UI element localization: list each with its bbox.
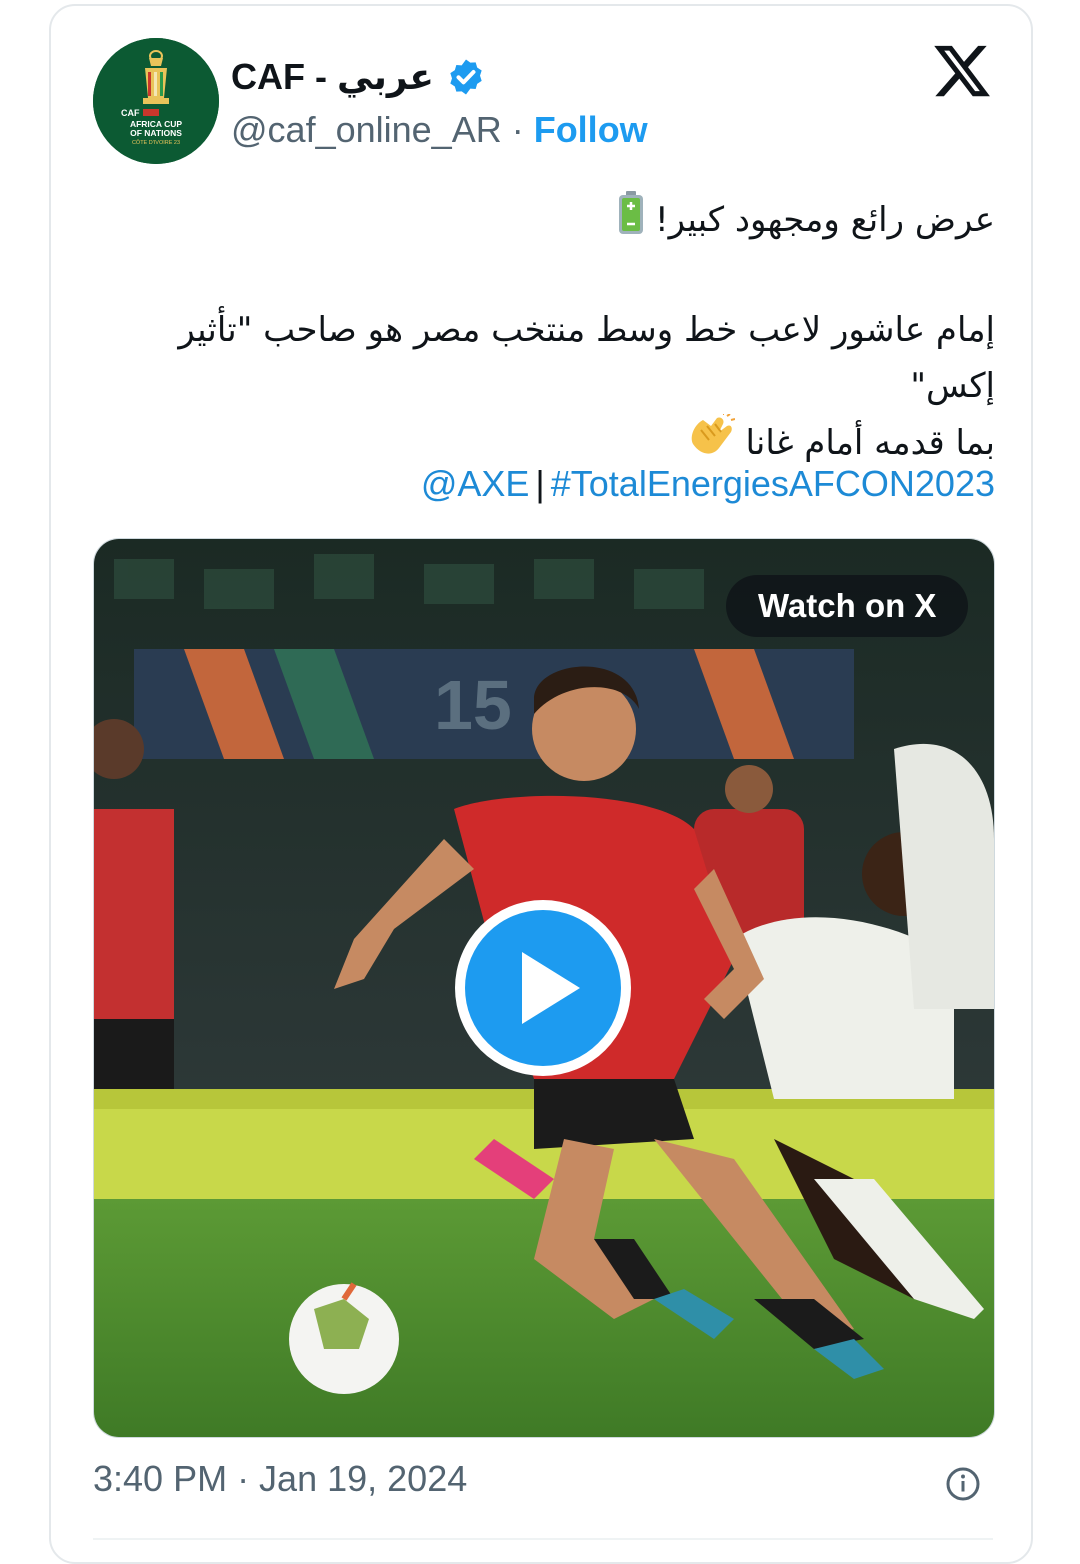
tweet-card[interactable]: CAF AFRICA CUP OF NATIONS CÔTE D'IVOIRE … [49,4,1033,1564]
avatar-text-line2: OF NATIONS [130,128,182,138]
x-logo-icon[interactable] [931,40,993,102]
hashtag-link[interactable]: #TotalEnergiesAFCON2023 [551,463,995,504]
battery-icon [618,191,644,252]
tweet-line-2: إمام عاشور لاعب خط وسط منتخب مصر هو صاحب… [178,310,995,406]
info-icon[interactable] [945,1466,981,1502]
verified-badge-icon [450,59,482,95]
tag-separator: | [535,463,545,504]
afcon-logo: CAF AFRICA CUP OF NATIONS CÔTE D'IVOIRE … [93,38,219,164]
tweet-timestamp[interactable]: 3:40 PM · Jan 19, 2024 [93,1458,467,1500]
follow-button[interactable]: Follow [534,109,648,151]
handle-separator: · [511,109,524,150]
video-media[interactable]: 15 Watch on X [93,538,995,1438]
author-handle[interactable]: @caf_online_AR [231,109,502,151]
avatar-text-line3: CÔTE D'IVOIRE 23 [132,139,180,146]
author-avatar[interactable]: CAF AFRICA CUP OF NATIONS CÔTE D'IVOIRE … [93,38,219,164]
tweet-line-3-text: بما قدمه أمام غانا [745,423,995,463]
avatar-brand-text: CAF [121,108,140,118]
watch-on-x-button[interactable]: Watch on X [726,575,969,637]
author-display-name[interactable]: CAF - عربي [231,56,434,98]
tweet-line-1-text: عرض رائع ومجهود كبير! [654,200,995,240]
mention-link[interactable]: @AXE [421,463,530,504]
tweet-tags: @AXE | #TotalEnergiesAFCON2023 [103,458,995,510]
stadium-number: 15 [434,666,512,744]
author-name-row[interactable]: CAF - عربي [231,50,486,104]
play-icon[interactable] [452,897,634,1079]
tweet-text: عرض رائع ومجهود كبير! إمام عاشور لاعب خط… [103,191,995,475]
author-handle-row: @caf_online_AR · Follow [231,104,648,156]
tweet-line-1: عرض رائع ومجهود كبير! [103,191,995,252]
